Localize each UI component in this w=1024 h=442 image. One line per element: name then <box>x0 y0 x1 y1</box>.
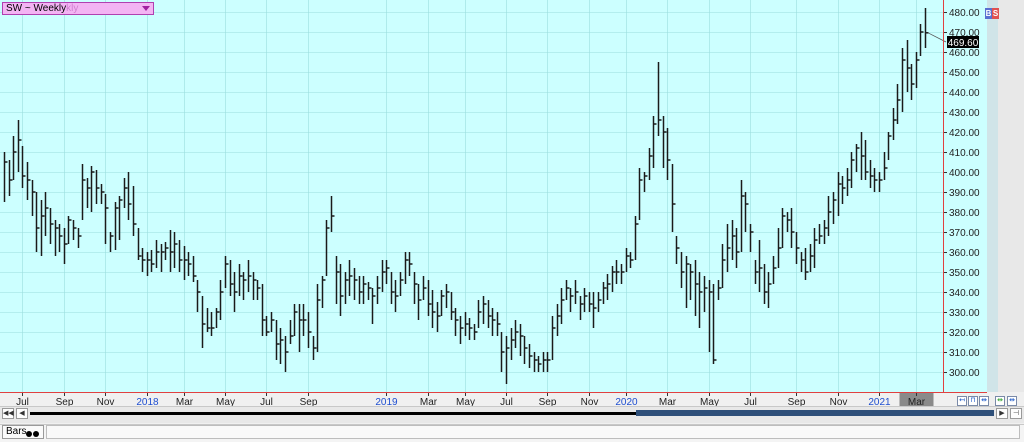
x-tick-label: Mar <box>420 397 438 406</box>
x-tick-label: Nov <box>97 397 115 406</box>
x-tick-label: Mar <box>659 397 677 406</box>
x-tick-label: 2018 <box>136 397 159 406</box>
y-tick-label: 390.00 <box>949 188 980 199</box>
x-tick-label: 2020 <box>615 397 638 406</box>
y-tick-label: 300.00 <box>949 368 980 379</box>
y-tick-label: 320.00 <box>949 328 980 339</box>
zoom-fit-icon[interactable]: ⊓ <box>968 396 978 406</box>
right-strip <box>998 0 1024 392</box>
x-tick-label: Sep <box>300 397 318 406</box>
x-tick-label: Jul <box>500 397 513 406</box>
plot-background <box>0 0 943 392</box>
x-tick-label: Jul <box>260 397 273 406</box>
y-tick-label: 430.00 <box>949 108 980 119</box>
collapse-icon[interactable]: ⇹ <box>1007 396 1017 406</box>
x-tick-label: Sep <box>788 397 806 406</box>
y-tick-label: 400.00 <box>949 168 980 179</box>
y-tick-label: 310.00 <box>949 348 980 359</box>
x-tick-label: May <box>456 397 475 406</box>
y-tick-label: 370.00 <box>949 228 980 239</box>
bars-tab-label: Bars <box>6 426 27 437</box>
x-tick-label: Sep <box>56 397 74 406</box>
y-tick-label: 350.00 <box>949 268 980 279</box>
x-axis: Jul Sep Nov 2018 Mar May Jul Sep 2019 Mar May Jul Se… <box>16 392 934 406</box>
x-tick-label: Nov <box>830 397 848 406</box>
dropdown-arrow-icon[interactable] <box>142 6 150 11</box>
x-tick-label: Nov <box>581 397 599 406</box>
scroll-left-icon[interactable]: ◀◀ <box>2 408 14 419</box>
x-tick-label: 2019 <box>375 397 398 406</box>
y-tick-label: 330.00 <box>949 308 980 319</box>
y-tick-label: 450.00 <box>949 68 980 79</box>
chevron-left-icon[interactable]: ◀ <box>16 408 28 419</box>
last-price-tag: 469.60 <box>948 38 979 49</box>
y-tick-label: 380.00 <box>949 208 980 219</box>
symbol-label: SW ~ Weekly <box>6 3 67 14</box>
y-tick-label: 480.00 <box>949 8 980 19</box>
chart-area: 300.00 310.00 320.00 330.00 340.00 350.00 360.… <box>0 0 1024 406</box>
link-icon <box>26 429 40 437</box>
right-panel <box>987 0 998 392</box>
y-tick-label: 360.00 <box>949 248 980 259</box>
x-tick-label: Jul <box>744 397 757 406</box>
y-tick-label: 440.00 <box>949 88 980 99</box>
y-tick-label: 420.00 <box>949 128 980 139</box>
zoom-out-icon[interactable]: ⇹ <box>979 396 989 406</box>
scroll-right-icon[interactable]: ⊣ <box>1010 408 1022 419</box>
x-tick-label: 2021 <box>868 397 891 406</box>
x-tick-label: May <box>216 397 235 406</box>
buy-badge[interactable]: B <box>985 8 992 19</box>
scroll-thumb[interactable] <box>636 410 994 416</box>
x-tick-label: May <box>700 397 719 406</box>
sell-badge[interactable]: S <box>992 8 999 19</box>
y-tick-label: 340.00 <box>949 288 980 299</box>
zoom-in-icon[interactable]: ↤ <box>957 396 967 406</box>
bars-tab[interactable]: Bars <box>2 425 44 439</box>
expand-icon[interactable]: ⇹ <box>995 396 1005 406</box>
status-field <box>46 425 1020 439</box>
y-tick-label: 460.00 <box>949 48 980 59</box>
symbol-selector[interactable]: SW ~ Weeklykly <box>2 2 154 15</box>
x-tick-label: Sep <box>539 397 557 406</box>
y-tick-label: 410.00 <box>949 148 980 159</box>
chevron-right-icon[interactable]: ▶ <box>996 408 1008 419</box>
x-tick-label: Jul <box>16 397 29 406</box>
symbol-ghost-text: kly <box>66 3 79 14</box>
x-tick-label: Mar <box>176 397 194 406</box>
x-tick-label: Mar <box>908 397 926 406</box>
